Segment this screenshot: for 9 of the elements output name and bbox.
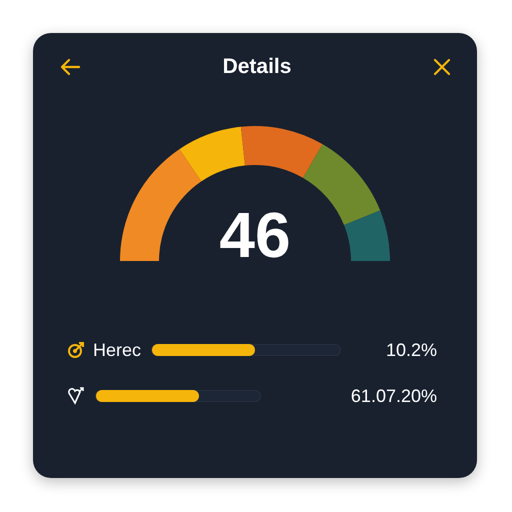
panel-title: Details [222, 54, 292, 80]
metric-label: Herec [93, 338, 142, 362]
back-button[interactable] [59, 58, 81, 76]
metric-value: 61.07.20% [350, 384, 437, 408]
close-button[interactable] [433, 58, 451, 76]
heart-icon [67, 387, 85, 405]
gauge-value: 46 [219, 203, 291, 267]
metric-value: 10.2% [386, 338, 437, 362]
target-icon [67, 341, 85, 359]
